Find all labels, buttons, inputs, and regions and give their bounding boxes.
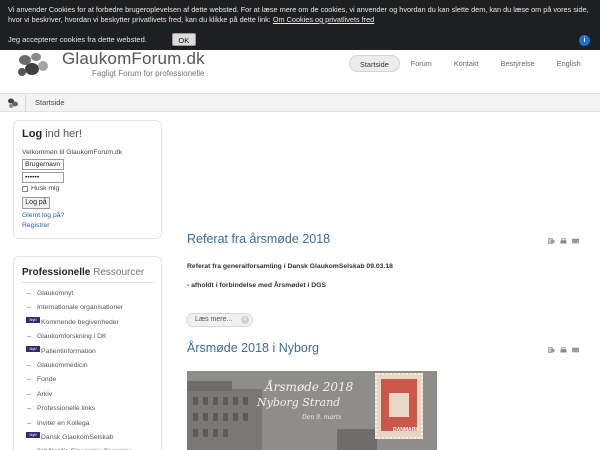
resource-label: Patientinformation (41, 347, 96, 355)
read-more-button[interactable]: Læs mere... × (186, 313, 253, 327)
resource-item[interactable]: Nyt! Patientinformation (22, 345, 162, 359)
cookie-accept-label: Jeg accepterer cookies fra dette websted… (8, 34, 147, 44)
resource-item[interactable]: Arkiv (22, 388, 162, 402)
username-field[interactable]: Brugernavn (22, 159, 64, 170)
nav-startside[interactable]: Startside (349, 55, 400, 72)
print-icon[interactable] (560, 238, 567, 244)
bullet-icon (27, 336, 31, 338)
login-title: Log ind her! (22, 128, 82, 140)
password-field[interactable]: •••••• (22, 172, 64, 183)
resources-title-bold: Professionelle (22, 267, 91, 278)
main-nav: Startside Forum Kontakt Bestyrelse Engli… (349, 55, 592, 72)
resource-item[interactable]: Professionelle links (22, 402, 162, 416)
cookie-accept-row: Jeg accepterer cookies fra dette websted… (8, 33, 196, 46)
resources-title-rest: Ressourcer (90, 267, 145, 278)
bullet-icon (27, 393, 31, 395)
resource-item[interactable]: Fonde (22, 373, 162, 387)
resource-label: Glaukomnyt (37, 290, 74, 297)
resource-label: Fonde (37, 376, 57, 384)
resource-label: Inviter en Kollega (37, 419, 90, 427)
bullet-icon (27, 293, 31, 294)
forgot-login-link[interactable]: Glemt log på? (22, 212, 64, 219)
article-title[interactable]: Referat fra årsmøde 2018 (187, 232, 330, 246)
new-badge: Nyt! (26, 345, 40, 352)
resources-divider (22, 282, 155, 283)
remember-checkbox[interactable] (22, 185, 28, 192)
logo-mark[interactable] (14, 50, 52, 82)
email-icon[interactable] (572, 238, 579, 244)
article-tools (548, 238, 579, 244)
image-caption-date: Den 9. marts (302, 414, 342, 421)
stamp-inner: DANMARK (381, 379, 419, 433)
resource-item[interactable]: Glaukomforskning i DK (22, 330, 162, 344)
new-badge: Nyt! (26, 431, 40, 438)
read-more-label: Læs mere... (195, 316, 233, 323)
cookie-text: Vi anvender Cookies for at forbedre brug… (8, 5, 593, 25)
register-link[interactable]: Registrer (22, 222, 50, 229)
resource-label: Internationale organisationer (37, 304, 124, 312)
new-badge: Nyt! (26, 316, 40, 323)
resource-label: Glaukomforskning i DK (37, 333, 107, 341)
resources-box: Professionelle Ressourcer Glaukomnyt Inte… (13, 256, 162, 450)
resource-item[interactable]: 3rd Nordic Glaucoma Congress (22, 445, 162, 450)
bullet-icon (27, 408, 31, 410)
bullet-icon (27, 422, 31, 424)
nav-english[interactable]: English (546, 55, 592, 72)
email-icon[interactable] (572, 347, 579, 353)
article-title[interactable]: Årsmøde 2018 i Nyborg (187, 341, 319, 355)
breadcrumb-current[interactable]: Startside (35, 98, 65, 107)
bullet-icon (27, 307, 31, 309)
stamp-image: DANMARK (375, 373, 423, 439)
pdf-icon[interactable] (548, 347, 555, 353)
resource-label: Glaukommedicin (37, 361, 88, 369)
cookie-bar: Vi anvender Cookies for at forbedre brug… (0, 0, 600, 50)
resources-list: Glaukomnyt Internationale organisationer N… (22, 287, 162, 450)
resource-item[interactable]: Glaukommedicin (22, 359, 162, 373)
print-icon[interactable] (560, 347, 567, 353)
bullet-icon (27, 364, 31, 366)
site-title[interactable]: GlaukomForum.dk (62, 49, 205, 69)
stamp-castle (389, 393, 409, 417)
login-welcome: Velkommen til GlaukomForum.dk (22, 149, 123, 156)
stamp-text: DANMARK (393, 427, 419, 433)
bullet-icon (27, 379, 31, 381)
resource-item[interactable]: Nyt! Kommende begivenheder (22, 316, 162, 330)
image-caption-place: Nyborg Strand (257, 396, 341, 409)
resource-label: Kommende begivenheder (41, 318, 119, 326)
article-image[interactable]: Årsmøde 2018 Nyborg Strand Den 9. marts … (187, 371, 437, 450)
resource-label: Arkiv (37, 390, 53, 398)
remember-me[interactable]: Husk mig (22, 185, 59, 192)
cookie-policy-link[interactable]: Om Cookies og privatlivets fred (273, 15, 374, 24)
login-title-bold: Log (22, 128, 43, 140)
cookie-ok-button[interactable]: OK (171, 33, 196, 46)
article-tools (548, 347, 579, 353)
login-button[interactable]: Log på (22, 197, 50, 209)
info-icon[interactable]: i (579, 35, 590, 46)
nav-kontakt[interactable]: Kontakt (443, 55, 490, 72)
resource-item[interactable]: Inviter en Kollega (22, 417, 162, 431)
login-box: Log ind her! Velkommen til GlaukomForum.… (13, 120, 162, 239)
pdf-icon[interactable] (548, 238, 555, 244)
resource-label: Dansk GlaukomSelskab (41, 433, 114, 441)
read-more-close-icon: × (241, 316, 249, 324)
image-caption-title: Årsmøde 2018 (265, 380, 354, 394)
resource-label: Professionelle links (37, 405, 96, 413)
resource-item[interactable]: Internationale organisationer (22, 301, 162, 315)
nav-forum[interactable]: Forum (400, 55, 443, 72)
breadcrumb: Startside (0, 93, 600, 112)
login-title-rest: ind her! (42, 128, 82, 140)
article-text-2: - afholdt i forbindelse med Årsmødet i D… (187, 282, 326, 289)
article-text-1: Referat fra generalforsamling i Dansk Gl… (187, 263, 393, 270)
breadcrumb-divider (25, 94, 26, 112)
resource-item[interactable]: Nyt! Dansk GlaukomSelskab (22, 431, 162, 445)
resources-title: Professionelle Ressourcer (22, 267, 144, 278)
home-icon[interactable] (6, 97, 20, 109)
site-subtitle: Fagligt Forum for professionelle (92, 69, 205, 78)
remember-label: Husk mig (31, 185, 60, 192)
nav-bestyrelse[interactable]: Bestyrelse (490, 55, 546, 72)
resource-item[interactable]: Glaukomnyt (22, 287, 162, 301)
